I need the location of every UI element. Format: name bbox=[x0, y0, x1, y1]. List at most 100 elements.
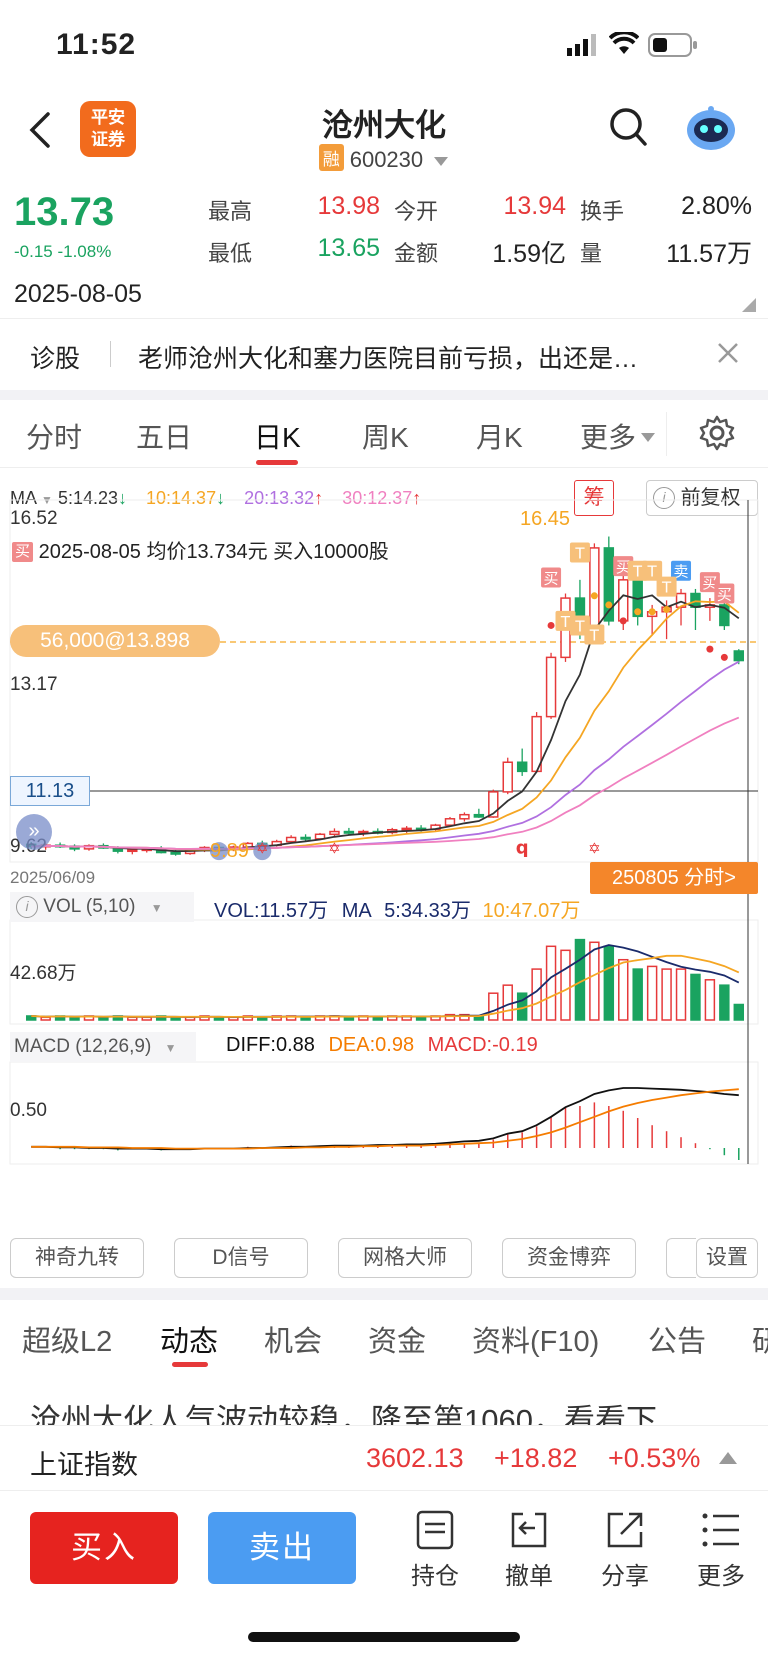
share-icon bbox=[607, 1512, 643, 1548]
more-button[interactable]: 更多 bbox=[686, 1510, 756, 1591]
active-tab-indicator bbox=[172, 1362, 208, 1367]
volume-bar bbox=[733, 1003, 745, 1021]
magic-nine-button[interactable]: 神奇九转 bbox=[10, 1238, 144, 1278]
grid-master-button[interactable]: 网格大师 bbox=[338, 1238, 472, 1278]
candle-body bbox=[300, 836, 311, 840]
candle-body bbox=[285, 836, 297, 843]
open-value: 13.94 bbox=[503, 192, 566, 220]
close-icon[interactable] bbox=[716, 341, 740, 365]
tab-announcements[interactable]: 公告 bbox=[648, 1318, 706, 1360]
macd-indicator-selector[interactable]: MACD (12,26,9) ▼ bbox=[10, 1032, 196, 1062]
candle-body bbox=[170, 851, 181, 855]
volume-bar bbox=[69, 1016, 80, 1021]
vol-label: VOL (5,10) bbox=[43, 896, 136, 917]
macd-value: MACD:-0.19 bbox=[427, 1034, 538, 1056]
turnover-label: 换手 bbox=[580, 199, 625, 224]
vol-y-label: 42.68万 bbox=[10, 963, 77, 984]
volume-bar bbox=[502, 984, 513, 1021]
more-label: 更多 bbox=[697, 1563, 745, 1590]
t-marker: T bbox=[560, 613, 571, 631]
sell-button[interactable]: 卖出 bbox=[208, 1512, 356, 1584]
q-mark: q bbox=[516, 837, 529, 858]
tab-weekly-k[interactable]: 周K bbox=[362, 416, 409, 456]
capital-game-button[interactable]: 资金博弈 bbox=[502, 1238, 636, 1278]
macd-dea-line bbox=[31, 1088, 739, 1150]
search-icon[interactable] bbox=[608, 106, 648, 148]
tab-level2[interactable]: 超级L2 bbox=[22, 1318, 112, 1360]
candle-body bbox=[516, 761, 528, 773]
buy-marker: 买 bbox=[717, 586, 732, 604]
volume-bar bbox=[589, 941, 600, 1021]
y-axis-top-label: 16.52 bbox=[10, 508, 58, 529]
expand-corner-icon[interactable] bbox=[742, 298, 756, 312]
holdings-button[interactable]: 持仓 bbox=[400, 1510, 470, 1591]
candle-body bbox=[618, 579, 629, 622]
tab-more-label: 更多 bbox=[580, 422, 637, 453]
signal-icon bbox=[567, 34, 596, 56]
kline-svg: 买买买买卖TT TTT TT✡ ✡ ✡q bbox=[9, 499, 759, 1165]
t-marker: T bbox=[574, 544, 585, 562]
vol-ma10: 10:47.07万 bbox=[482, 900, 581, 922]
tab-daily-k[interactable]: 日K bbox=[254, 416, 301, 456]
active-tab-indicator bbox=[256, 460, 298, 465]
cancel-order-button[interactable]: 撤单 bbox=[494, 1510, 564, 1591]
buy-marker: 买 bbox=[544, 570, 559, 588]
caret-up-icon[interactable] bbox=[718, 1450, 738, 1466]
t-marker: T bbox=[574, 617, 585, 635]
tab-five-day[interactable]: 五日 bbox=[136, 416, 192, 456]
status-bar: 11:52 bbox=[0, 0, 768, 90]
tab-news-feed[interactable]: 动态 bbox=[160, 1318, 218, 1360]
macd-diff-line bbox=[31, 1087, 739, 1151]
share-button[interactable]: 分享 bbox=[590, 1510, 660, 1591]
high-value: 13.98 bbox=[317, 192, 380, 220]
tab-funds[interactable]: 资金 bbox=[368, 1318, 426, 1360]
info-icon: i bbox=[16, 896, 38, 918]
ma30-line bbox=[31, 716, 740, 850]
index-ticker[interactable]: 上证指数 3602.13 +18.82 +0.53% bbox=[0, 1425, 768, 1491]
tab-more[interactable]: 更多 bbox=[580, 416, 656, 456]
t-marker: T bbox=[647, 563, 658, 581]
volume-bar bbox=[618, 958, 629, 1021]
volume-label: 量 bbox=[580, 241, 603, 266]
diagnosis-bar[interactable]: 诊股 老师沧州大化和塞力医院目前亏损，出还是… bbox=[0, 318, 768, 390]
price-change: -0.15 -1.08% bbox=[14, 242, 112, 261]
vol-indicator-selector[interactable]: i VOL (5,10) ▼ bbox=[10, 892, 194, 922]
more-indicator-button[interactable] bbox=[666, 1238, 696, 1278]
status-time: 11:52 bbox=[56, 28, 137, 61]
stock-code-row[interactable]: 融 600230 bbox=[0, 144, 768, 173]
position-cost-label[interactable]: 56,000@13.898 bbox=[10, 625, 220, 657]
stock-code: 600230 bbox=[349, 147, 424, 172]
candle-body bbox=[444, 818, 456, 826]
vol-values: VOL:11.57万 MA 5:34.33万 10:47.07万 bbox=[214, 894, 580, 923]
chart-period-tabs: 分时 五日 日K 周K 月K 更多 bbox=[0, 400, 768, 468]
t-marker: T bbox=[632, 563, 643, 581]
indicator-settings-button[interactable]: 设置 bbox=[696, 1238, 758, 1278]
intraday-jump-button[interactable]: 250805 分时> bbox=[590, 862, 758, 894]
bottom-action-bar: 买入 卖出 持仓 撤单 分享 更多 bbox=[0, 1492, 768, 1663]
news-headline[interactable]: 沧州大化人气波动较稳，降至第1060，看看下 bbox=[30, 1395, 768, 1429]
caret-down-icon bbox=[434, 157, 449, 166]
volume-bar bbox=[661, 968, 672, 1021]
tab-opportunity[interactable]: 机会 bbox=[264, 1318, 322, 1360]
home-indicator bbox=[248, 1632, 520, 1642]
trade-note[interactable]: 买 2025-08-05 均价13.734元 买入10000股 bbox=[12, 536, 395, 568]
tab-f10[interactable]: 资料(F10) bbox=[472, 1318, 599, 1360]
tab-intraday[interactable]: 分时 bbox=[26, 416, 82, 456]
expand-left-icon[interactable]: » bbox=[16, 814, 52, 850]
vol-current: VOL:11.57万 bbox=[214, 900, 329, 922]
candle-body bbox=[343, 830, 355, 834]
d-signal-button[interactable]: D信号 bbox=[174, 1238, 308, 1278]
event-dot bbox=[720, 653, 728, 661]
battery-icon bbox=[648, 33, 697, 57]
volume-bar bbox=[40, 1016, 51, 1021]
volume-bar bbox=[531, 968, 542, 1021]
ai-robot-icon[interactable] bbox=[684, 104, 738, 152]
tab-research[interactable]: 研 bbox=[752, 1318, 768, 1360]
t-marker: T bbox=[589, 627, 600, 645]
tab-monthly-k[interactable]: 月K bbox=[476, 416, 523, 456]
settings-gear-icon[interactable] bbox=[698, 414, 736, 452]
volume-bar bbox=[704, 979, 716, 1021]
kline-chart-area[interactable]: MA ▼ 5:14.23↓ 10:14.37↓ 20:13.32↑ 30:12.… bbox=[0, 468, 768, 1238]
amount-value: 1.59亿 bbox=[492, 240, 566, 268]
buy-button[interactable]: 买入 bbox=[30, 1512, 178, 1584]
